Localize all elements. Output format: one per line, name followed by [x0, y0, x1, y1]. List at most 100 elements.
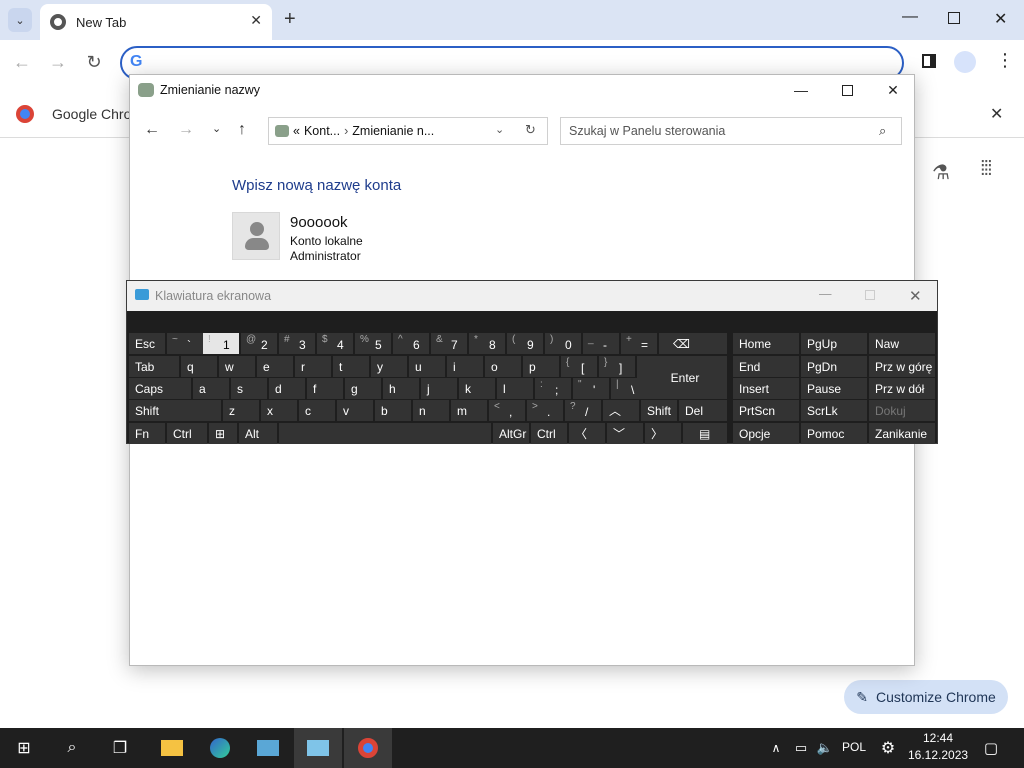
key-punct3-2[interactable]: | \ — [611, 378, 647, 399]
clock[interactable]: 12:44 16.12.2023 — [908, 730, 968, 764]
key-g[interactable]: g — [345, 378, 381, 399]
key-insert[interactable]: Insert — [733, 378, 799, 399]
key-o[interactable]: o — [485, 356, 521, 377]
key-arrow-down[interactable]: ﹀ — [607, 423, 643, 444]
key-row1-0[interactable]: ~ ` — [167, 333, 203, 354]
control-panel-taskbar-icon[interactable] — [244, 728, 292, 768]
menu-icon[interactable]: ⋮ — [996, 50, 1014, 71]
osk-taskbar-icon[interactable] — [294, 728, 342, 768]
key-h[interactable]: h — [383, 378, 419, 399]
start-button[interactable]: ⊞ — [0, 728, 48, 768]
key-bracket-1[interactable]: }] — [599, 356, 635, 377]
key-arrow-up[interactable]: ︿ — [603, 400, 639, 421]
key-tab[interactable]: Tab — [129, 356, 179, 377]
key-u[interactable]: u — [409, 356, 445, 377]
restore-button[interactable] — [948, 12, 960, 24]
breadcrumb-current[interactable]: Zmienianie n... — [352, 124, 434, 138]
close-window-button[interactable]: ✕ — [994, 9, 1007, 29]
key-fn[interactable]: Fn — [129, 423, 165, 444]
key-del[interactable]: Del — [679, 400, 727, 421]
side-panel-icon[interactable] — [922, 54, 936, 68]
tab-search-button[interactable]: ⌄ — [8, 8, 32, 32]
key-c[interactable]: c — [299, 400, 335, 421]
key-row1-11[interactable]: _ - — [583, 333, 619, 354]
close-tab-icon[interactable]: ✕ — [250, 12, 262, 29]
reload-button[interactable]: ↻ — [82, 52, 106, 73]
key-row1-4[interactable]: $4 — [317, 333, 353, 354]
new-tab-button[interactable]: + — [284, 8, 296, 31]
key-y[interactable]: y — [371, 356, 407, 377]
up-arrow-icon[interactable]: ↑ — [238, 121, 246, 139]
key-arrow-left[interactable]: 〈 — [569, 423, 605, 444]
osk-close-button[interactable]: ✕ — [909, 287, 922, 305]
key-naw[interactable]: Naw — [869, 333, 935, 354]
key-x[interactable]: x — [261, 400, 297, 421]
key-row1-3[interactable]: #3 — [279, 333, 315, 354]
key-dokuj[interactable]: Dokuj — [869, 400, 935, 421]
key-punct4-0[interactable]: <, — [489, 400, 525, 421]
key-opcje[interactable]: Opcje — [733, 423, 799, 444]
info-bar-close-icon[interactable]: ✕ — [990, 104, 1003, 124]
key-row1-2[interactable]: @2 — [241, 333, 277, 354]
key-shift-right[interactable]: Shift — [641, 400, 677, 421]
key-menu[interactable]: ▤ — [683, 423, 727, 444]
key-alt[interactable]: Alt — [239, 423, 277, 444]
key-pgup[interactable]: PgUp — [801, 333, 867, 354]
chrome-taskbar-icon[interactable] — [344, 728, 392, 768]
key-i[interactable]: i — [447, 356, 483, 377]
key-row1-9[interactable]: (9 — [507, 333, 543, 354]
key-punct3-0[interactable]: :; — [535, 378, 571, 399]
key-prtscn[interactable]: PrtScn — [733, 400, 799, 421]
apps-grid-icon[interactable]: ⁞⁞⁞ — [980, 158, 993, 181]
key-row1-6[interactable]: ^ 6 — [393, 333, 429, 354]
tab-new-tab[interactable]: New Tab ✕ — [40, 4, 272, 40]
key-m[interactable]: m — [451, 400, 487, 421]
key-pgdn[interactable]: PgDn — [801, 356, 867, 377]
key-j[interactable]: j — [421, 378, 457, 399]
breadcrumb-accounts[interactable]: Kont... — [304, 124, 340, 138]
key-scrlk[interactable]: ScrLk — [801, 400, 867, 421]
recent-dropdown-icon[interactable]: ⌄ — [212, 122, 221, 135]
window-maximize-button[interactable] — [824, 75, 870, 105]
key-f[interactable]: f — [307, 378, 343, 399]
key-przwgore[interactable]: Prz w górę — [869, 356, 935, 377]
key-windows[interactable]: ⊞ — [209, 423, 237, 444]
key-ctrl-right[interactable]: Ctrl — [531, 423, 567, 444]
language-indicator[interactable]: POL — [842, 740, 866, 754]
osk-minimize-button[interactable]: — — [819, 287, 832, 301]
file-explorer-icon[interactable] — [148, 728, 196, 768]
key-e[interactable]: e — [257, 356, 293, 377]
key-b[interactable]: b — [375, 400, 411, 421]
key-z[interactable]: z — [223, 400, 259, 421]
window-minimize-button[interactable]: — — [778, 75, 824, 105]
key-q[interactable]: q — [181, 356, 217, 377]
key-backspace[interactable]: ⌫ — [659, 333, 727, 354]
key-row1-7[interactable]: & 7 — [431, 333, 467, 354]
key-bracket-0[interactable]: {[ — [561, 356, 597, 377]
key-space[interactable] — [279, 423, 491, 444]
window-close-button[interactable]: ✕ — [870, 75, 916, 105]
key-pause[interactable]: Pause — [801, 378, 867, 399]
key-a[interactable]: a — [193, 378, 229, 399]
key-punct3-1[interactable]: " ' — [573, 378, 609, 399]
key-r[interactable]: r — [295, 356, 331, 377]
key-row1-8[interactable]: * 8 — [469, 333, 505, 354]
key-caps[interactable]: Caps — [129, 378, 191, 399]
key-shift-left[interactable]: Shift — [129, 400, 221, 421]
key-punct4-1[interactable]: >. — [527, 400, 563, 421]
key-row1-12[interactable]: + = — [621, 333, 657, 354]
notifications-icon[interactable]: ▢ — [976, 728, 1006, 768]
forward-button[interactable]: → — [46, 52, 70, 73]
key-punct4-2[interactable]: ? / — [565, 400, 601, 421]
labs-icon[interactable]: ⚗ — [932, 160, 950, 185]
key-n[interactable]: n — [413, 400, 449, 421]
show-hidden-icons[interactable]: ∧ — [766, 728, 786, 768]
edge-icon[interactable] — [196, 728, 244, 768]
key-t[interactable]: t — [333, 356, 369, 377]
network-icon[interactable]: ▭ — [790, 728, 812, 768]
key-s[interactable]: s — [231, 378, 267, 399]
back-button[interactable]: ← — [10, 52, 34, 73]
key-v[interactable]: v — [337, 400, 373, 421]
settings-gear-icon[interactable]: ⚙ — [876, 728, 900, 768]
key-zanikanie[interactable]: Zanikanie — [869, 423, 935, 444]
